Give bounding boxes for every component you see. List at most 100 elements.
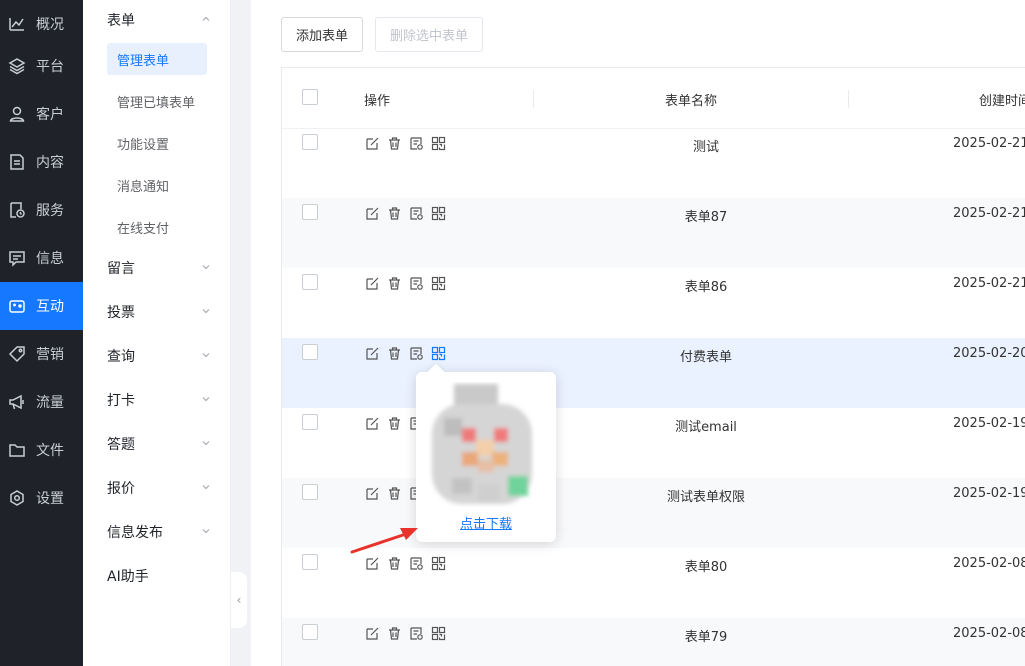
menu-item-label: 管理已填表单 <box>117 95 196 111</box>
trash-icon[interactable] <box>386 345 402 361</box>
form-data-icon[interactable] <box>408 135 424 151</box>
qr-code-icon[interactable] <box>430 205 446 221</box>
nav-item-customer[interactable]: 客户 <box>0 90 83 138</box>
column-divider <box>533 90 534 108</box>
menu-group-ai-assistant[interactable]: AI助手 <box>83 556 231 596</box>
created-date-cell: 2025-02-21 <box>953 206 1025 221</box>
edit-icon[interactable] <box>364 415 380 431</box>
nav-label: 服务 <box>36 203 64 219</box>
nav-label: 信息 <box>36 251 64 267</box>
menu-item-feature-settings[interactable]: 功能设置 <box>107 127 207 159</box>
edit-icon[interactable] <box>364 205 380 221</box>
nav-item-settings[interactable]: 设置 <box>0 474 83 522</box>
menu-group-vote[interactable]: 投票 <box>83 292 231 332</box>
column-divider <box>848 90 849 108</box>
service-icon <box>7 200 27 220</box>
qr-code-icon[interactable] <box>430 135 446 151</box>
gear-icon <box>7 488 27 508</box>
menu-group-label: 查询 <box>107 349 135 365</box>
trash-icon[interactable] <box>386 135 402 151</box>
nav-label: 概况 <box>36 17 64 33</box>
row-checkbox[interactable] <box>302 554 318 570</box>
row-checkbox[interactable] <box>302 134 318 150</box>
form-data-icon[interactable] <box>408 345 424 361</box>
menu-group-quiz[interactable]: 答题 <box>83 424 231 464</box>
column-header-created: 创建时间 <box>979 94 1025 109</box>
menu-group-quote[interactable]: 报价 <box>83 468 231 508</box>
trash-icon[interactable] <box>386 205 402 221</box>
created-date-cell: 2025-02-20 <box>953 346 1025 361</box>
form-data-icon[interactable] <box>408 555 424 571</box>
trash-icon[interactable] <box>386 275 402 291</box>
row-checkbox[interactable] <box>302 204 318 220</box>
row-checkbox[interactable] <box>302 624 318 640</box>
nav-item-marketing[interactable]: 营销 <box>0 330 83 378</box>
row-checkbox[interactable] <box>302 274 318 290</box>
qr-code-icon[interactable] <box>430 625 446 641</box>
document-icon <box>7 152 27 172</box>
nav-item-info[interactable]: 信息 <box>0 234 83 282</box>
form-data-icon[interactable] <box>408 625 424 641</box>
trash-icon[interactable] <box>386 485 402 501</box>
menu-group-label: AI助手 <box>107 569 149 585</box>
menu-group-messages[interactable]: 留言 <box>83 248 231 288</box>
nav-item-files[interactable]: 文件 <box>0 426 83 474</box>
table-row: 测试email 2025-02-19 <box>282 408 1025 478</box>
menu-item-manage-forms[interactable]: 管理表单 <box>107 43 207 75</box>
delete-selected-forms-button[interactable]: 删除选中表单 <box>375 17 484 52</box>
qr-code-icon[interactable] <box>430 345 446 361</box>
menu-group-label: 报价 <box>107 481 135 497</box>
table-row: 表单80 2025-02-08 <box>282 548 1025 618</box>
menu-group-checkin[interactable]: 打卡 <box>83 380 231 420</box>
form-data-icon[interactable] <box>408 205 424 221</box>
row-actions <box>364 275 446 291</box>
edit-icon[interactable] <box>364 275 380 291</box>
qr-code-popover: 点击下载 <box>416 372 556 542</box>
form-name-cell: 表单86 <box>684 280 728 295</box>
edit-icon[interactable] <box>364 345 380 361</box>
nav-label: 内容 <box>36 155 64 171</box>
edit-icon[interactable] <box>364 135 380 151</box>
menu-group-query[interactable]: 查询 <box>83 336 231 376</box>
nav-item-overview[interactable]: 概况 <box>0 0 83 48</box>
edit-icon[interactable] <box>364 555 380 571</box>
chevron-down-icon <box>202 485 210 490</box>
chevron-down-icon <box>202 353 210 358</box>
menu-item-manage-filled-forms[interactable]: 管理已填表单 <box>107 85 207 117</box>
select-all-checkbox[interactable] <box>302 89 318 105</box>
trash-icon[interactable] <box>386 555 402 571</box>
qr-code-icon[interactable] <box>430 555 446 571</box>
row-checkbox[interactable] <box>302 484 318 500</box>
nav-item-interact[interactable]: 互动 <box>0 282 83 330</box>
column-header-name: 表单名称 <box>665 94 718 109</box>
nav-item-service[interactable]: 服务 <box>0 186 83 234</box>
trash-icon[interactable] <box>386 625 402 641</box>
column-header-ops: 操作 <box>364 94 391 109</box>
menu-group-info-publish[interactable]: 信息发布 <box>83 512 231 552</box>
form-name-cell: 测试表单权限 <box>666 490 745 505</box>
form-data-icon[interactable] <box>408 275 424 291</box>
nav-item-platform[interactable]: 平台 <box>0 42 83 90</box>
download-qr-link[interactable]: 点击下载 <box>416 513 556 532</box>
nav-item-content[interactable]: 内容 <box>0 138 83 186</box>
row-checkbox[interactable] <box>302 414 318 430</box>
menu-item-online-payment[interactable]: 在线支付 <box>107 211 207 243</box>
table-row: 表单87 2025-02-21 <box>282 198 1025 268</box>
menu-group-form[interactable]: 表单 <box>83 0 231 40</box>
chevron-down-icon <box>202 265 210 270</box>
qr-code-icon[interactable] <box>430 275 446 291</box>
menu-item-label: 功能设置 <box>117 137 170 153</box>
trash-icon[interactable] <box>386 415 402 431</box>
menu-item-notifications[interactable]: 消息通知 <box>107 169 207 201</box>
user-icon <box>7 104 27 124</box>
collapse-sidebar-handle[interactable]: ‹ <box>231 572 247 628</box>
nav-label: 营销 <box>36 347 64 363</box>
nav-item-traffic[interactable]: 流量 <box>0 378 83 426</box>
add-form-button[interactable]: 添加表单 <box>281 17 364 52</box>
nav-label: 文件 <box>36 443 64 459</box>
edit-icon[interactable] <box>364 625 380 641</box>
table-row: 付费表单 2025-02-20 <box>282 338 1025 408</box>
form-name-cell: 付费表单 <box>679 350 732 365</box>
edit-icon[interactable] <box>364 485 380 501</box>
row-checkbox[interactable] <box>302 344 318 360</box>
